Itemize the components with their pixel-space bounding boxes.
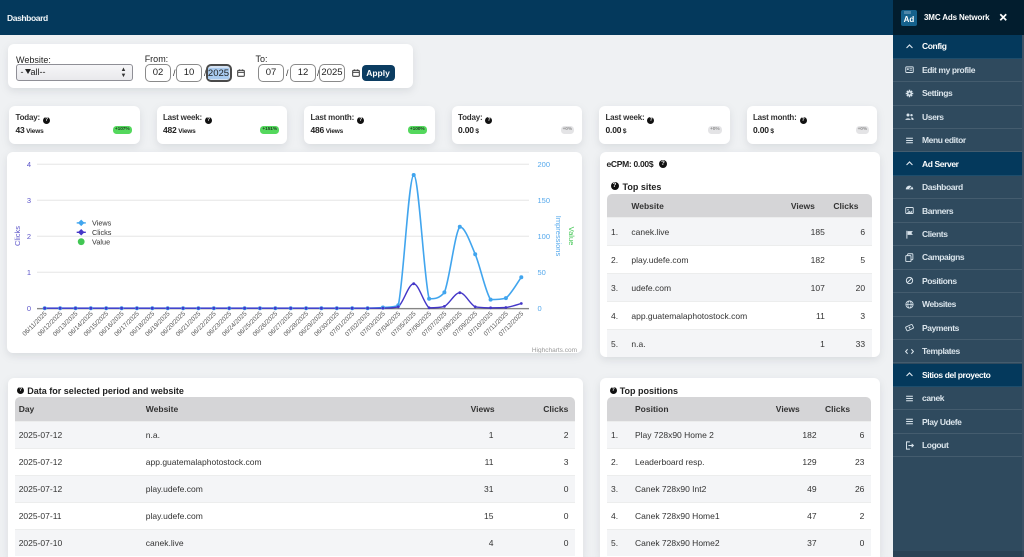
svg-text:1: 1 bbox=[27, 268, 31, 277]
svg-text:200: 200 bbox=[538, 160, 551, 169]
svg-text:Views: Views bbox=[92, 219, 112, 228]
svg-text:50: 50 bbox=[538, 268, 546, 277]
svg-text:Highcharts.com: Highcharts.com bbox=[532, 347, 577, 353]
svg-text:2: 2 bbox=[27, 232, 31, 241]
svg-text:Value: Value bbox=[92, 237, 110, 246]
svg-text:150: 150 bbox=[538, 196, 551, 205]
svg-text:Value: Value bbox=[567, 227, 576, 246]
svg-text:Clicks: Clicks bbox=[92, 228, 112, 237]
svg-text:Impressions: Impressions bbox=[554, 216, 563, 257]
svg-text:0: 0 bbox=[538, 304, 542, 313]
svg-text:3: 3 bbox=[27, 196, 31, 205]
svg-text:Clicks: Clicks bbox=[13, 226, 22, 246]
svg-text:100: 100 bbox=[538, 232, 551, 241]
svg-text:0: 0 bbox=[27, 304, 31, 313]
svg-text:4: 4 bbox=[27, 160, 31, 169]
